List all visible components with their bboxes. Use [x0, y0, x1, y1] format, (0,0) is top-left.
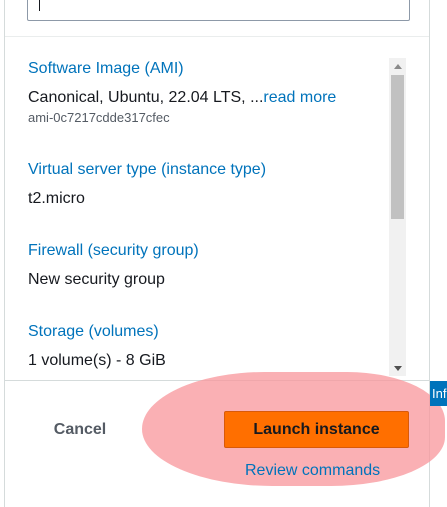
ami-value: Canonical, Ubuntu, 22.04 LTS, ...read mo… — [28, 88, 336, 108]
summary-item-ami: Software Image (AMI) Canonical, Ubuntu, … — [28, 59, 336, 126]
summary-scrollbar[interactable] — [389, 58, 406, 376]
read-more-link[interactable]: read more — [263, 89, 336, 106]
storage-value: 1 volume(s) - 8 GiB — [28, 352, 166, 369]
info-badge[interactable]: Inf — [430, 381, 447, 406]
instance-type-value: t2.micro — [28, 190, 85, 207]
ami-value-text: Canonical, Ubuntu, 22.04 LTS, ... — [28, 89, 264, 106]
scroll-up-arrow-icon[interactable] — [389, 58, 406, 74]
summary-list: Software Image (AMI) Canonical, Ubuntu, … — [5, 37, 429, 380]
storage-title-link[interactable]: Storage (volumes) — [28, 322, 166, 342]
summary-item-storage: Storage (volumes) 1 volume(s) - 8 GiB — [28, 322, 166, 371]
ami-id: ami-0c7217cdde317cfec — [28, 110, 170, 125]
cancel-button[interactable]: Cancel — [40, 413, 120, 447]
review-commands-link[interactable]: Review commands — [245, 461, 380, 481]
instance-type-title-link[interactable]: Virtual server type (instance type) — [28, 160, 266, 180]
number-of-instances-input[interactable] — [27, 0, 410, 21]
launch-instance-button[interactable]: Launch instance — [224, 411, 409, 448]
ami-title-link[interactable]: Software Image (AMI) — [28, 59, 336, 79]
scrollbar-thumb[interactable] — [391, 75, 404, 219]
firewall-value: New security group — [28, 271, 165, 288]
firewall-title-link[interactable]: Firewall (security group) — [28, 241, 199, 261]
launch-summary-panel: Software Image (AMI) Canonical, Ubuntu, … — [0, 0, 447, 507]
scroll-down-arrow-icon[interactable] — [389, 360, 406, 376]
text-caret — [39, 0, 40, 11]
summary-item-firewall: Firewall (security group) New security g… — [28, 241, 199, 290]
summary-item-instance-type: Virtual server type (instance type) t2.m… — [28, 160, 266, 209]
